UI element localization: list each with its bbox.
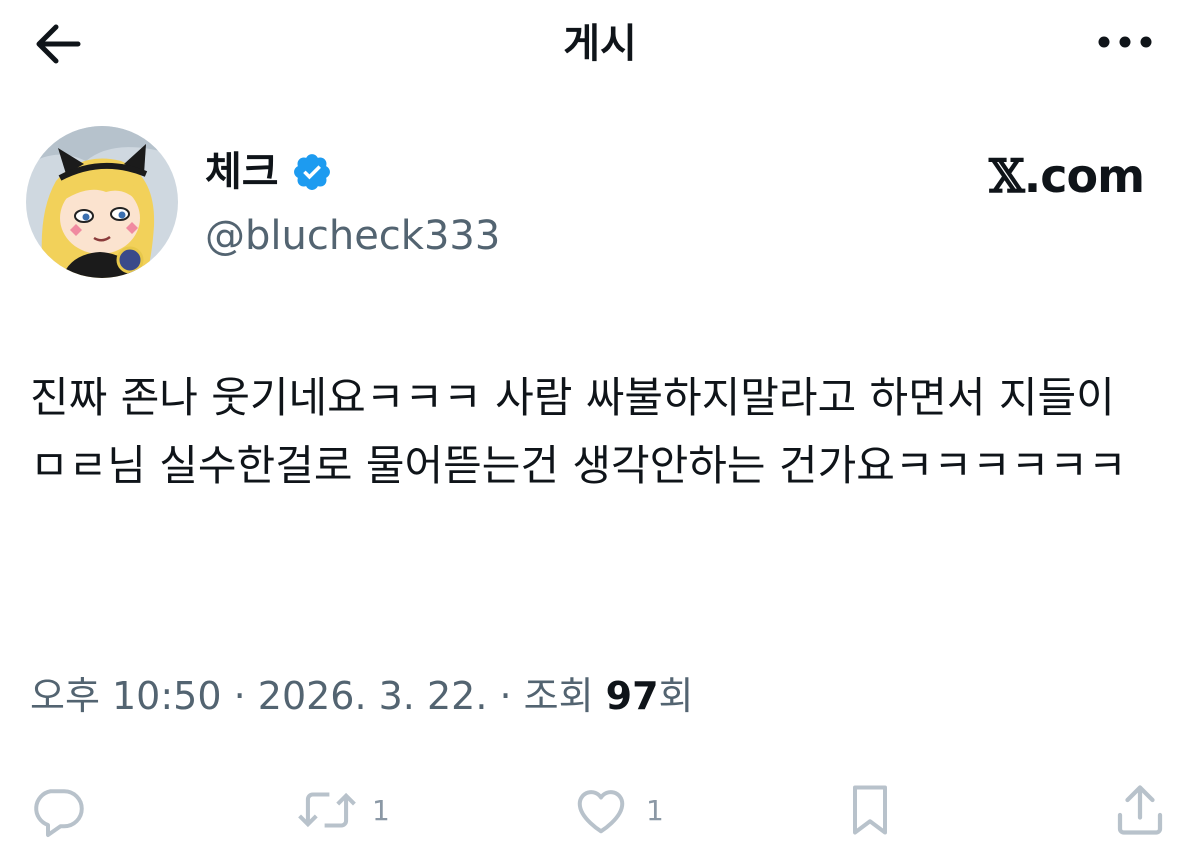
repost-count: 1 <box>372 793 390 827</box>
source-watermark: 𝕏.com <box>989 148 1145 204</box>
tweet-text: 진짜 존나 웃기네요ㅋㅋㅋ 사람 싸불하지말라고 하면서 지들이 ㅁㄹ님 실수한… <box>30 373 1127 490</box>
author-handle[interactable]: @blucheck333 <box>205 208 500 264</box>
tweet-time[interactable]: 오후 10:50 <box>30 674 222 718</box>
x-logo-text: 𝕏 <box>989 149 1025 203</box>
repost-button[interactable]: 1 <box>296 770 390 850</box>
cartoon-avatar-image <box>26 126 178 278</box>
more-dots-icon <box>1098 36 1152 48</box>
top-bar: 게시 <box>0 0 1200 90</box>
author-name-row[interactable]: 체크 <box>205 144 333 200</box>
bookmark-icon <box>853 785 887 835</box>
tweet-meta: 오후 10:50 · 2026. 3. 22. · 조회 97회 <box>30 668 694 724</box>
page-title: 게시 <box>563 21 637 67</box>
views-label: 조회 <box>523 674 606 718</box>
avatar[interactable] <box>26 126 178 278</box>
meta-separator: · <box>487 674 524 718</box>
repost-icon <box>298 792 356 828</box>
like-button[interactable]: 1 <box>570 770 664 850</box>
display-name[interactable]: 체크 <box>205 144 279 200</box>
bookmark-button[interactable] <box>842 770 898 850</box>
verified-badge-icon <box>291 151 333 193</box>
tweet-date[interactable]: 2026. 3. 22. <box>258 674 488 718</box>
meta-separator: · <box>221 674 258 718</box>
share-icon <box>1117 785 1163 835</box>
heart-icon <box>577 790 625 834</box>
reply-icon <box>34 789 84 837</box>
action-bar: 1 1 <box>0 770 1200 850</box>
views-suffix: 회 <box>658 674 694 718</box>
more-options-button[interactable] <box>1090 22 1160 62</box>
views-count[interactable]: 97 <box>606 674 659 718</box>
share-button[interactable] <box>1110 770 1170 850</box>
like-count: 1 <box>646 793 664 827</box>
reply-button[interactable] <box>28 770 88 850</box>
source-domain: .com <box>1023 149 1145 203</box>
